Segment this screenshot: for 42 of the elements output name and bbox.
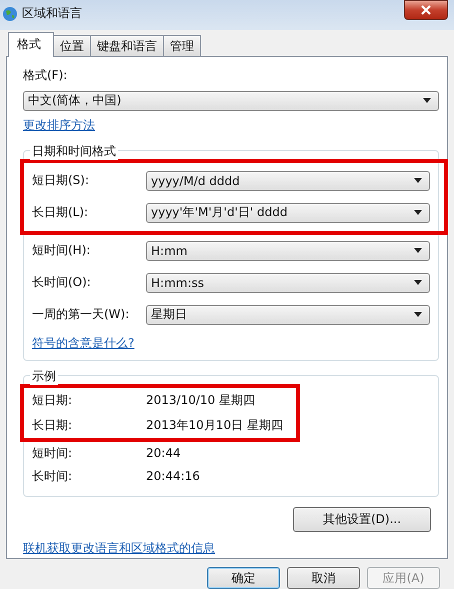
caret-icon (414, 280, 422, 286)
globe-icon (2, 6, 18, 22)
example-value: 2013/10/10 星期四 (146, 392, 255, 409)
caret-icon (414, 312, 422, 318)
dropdown[interactable]: H:mm (146, 240, 430, 261)
example-label: 长日期: (32, 416, 74, 434)
field-label: 长时间(O): (32, 274, 92, 292)
dropdown[interactable]: 星期日 (146, 304, 430, 325)
field-label: 短时间(H): (32, 242, 92, 260)
format-label: 格式(F): (23, 66, 68, 84)
dialog-button[interactable]: 确定 (207, 567, 280, 589)
example-label: 长时间: (32, 468, 74, 485)
caret-icon (423, 98, 431, 104)
tab[interactable]: 键盘和语言 (90, 34, 164, 56)
example-value: 20:44 (146, 446, 181, 460)
other-settings-button[interactable]: 其他设置(D)... (293, 506, 431, 532)
dropdown[interactable]: yyyy/M/d dddd (146, 170, 430, 191)
group-title: 日期和时间格式 (30, 142, 118, 160)
field-label: 长日期(L): (32, 204, 90, 222)
dialog-button[interactable]: 取消 (287, 567, 360, 589)
caret-icon (414, 248, 422, 254)
caret-icon (414, 178, 422, 184)
field-label: 一周的第一天(W): (32, 306, 130, 324)
close-button[interactable] (404, 0, 448, 20)
dropdown[interactable]: 中文(简体，中国) (23, 90, 439, 111)
link[interactable]: 符号的含意是什么? (32, 334, 134, 352)
field-label: 短日期(S): (32, 172, 90, 190)
dropdown[interactable]: H:mm:ss (146, 272, 430, 293)
link[interactable]: 联机获取更改语言和区域格式的信息 (23, 540, 215, 557)
tab[interactable]: 格式 (8, 32, 54, 57)
window-title: 区域和语言 (22, 5, 83, 22)
caret-icon (414, 210, 422, 216)
link[interactable]: 更改排序方法 (23, 116, 95, 134)
group-title: 示例 (30, 368, 58, 385)
dropdown[interactable]: yyyy'年'M'月'd'日' dddd (146, 202, 430, 223)
example-value: 20:44:16 (146, 469, 200, 484)
example-label: 短时间: (32, 444, 74, 462)
close-icon (421, 5, 431, 15)
tab[interactable]: 位置 (53, 34, 91, 56)
example-label: 短日期: (32, 392, 74, 409)
example-value: 2013年10月10日 星期四 (146, 416, 283, 434)
tab[interactable]: 管理 (163, 34, 201, 56)
